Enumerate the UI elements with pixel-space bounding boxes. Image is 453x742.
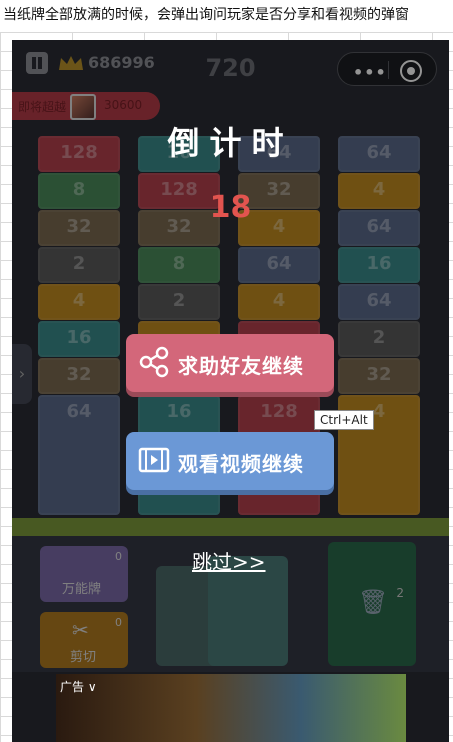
game-screen: 686996 720 ••• 即将超越 30600 › 128 8 32 2 4 16 32… — [12, 40, 449, 742]
dialog-title: 倒计时 — [167, 124, 294, 162]
ad-tag[interactable]: 广告 ∨ — [60, 678, 97, 695]
share-continue-button[interactable]: 求助好友继续 — [126, 334, 334, 392]
video-icon — [138, 447, 170, 473]
video-continue-label: 观看视频继续 — [178, 452, 304, 476]
shortcut-tooltip: Ctrl+Alt — [314, 410, 374, 430]
skip-link[interactable]: 跳过>> — [192, 546, 266, 575]
caption-text: 当纸牌全部放满的时候，会弹出询问玩家是否分享和看视频的弹窗 — [0, 0, 453, 32]
share-continue-label: 求助好友继续 — [178, 354, 304, 378]
share-icon — [139, 346, 169, 378]
countdown-value: 18 — [209, 190, 252, 225]
video-continue-button[interactable]: 观看视频继续 — [126, 432, 334, 490]
ad-banner[interactable]: 广告 ∨ — [56, 674, 406, 742]
